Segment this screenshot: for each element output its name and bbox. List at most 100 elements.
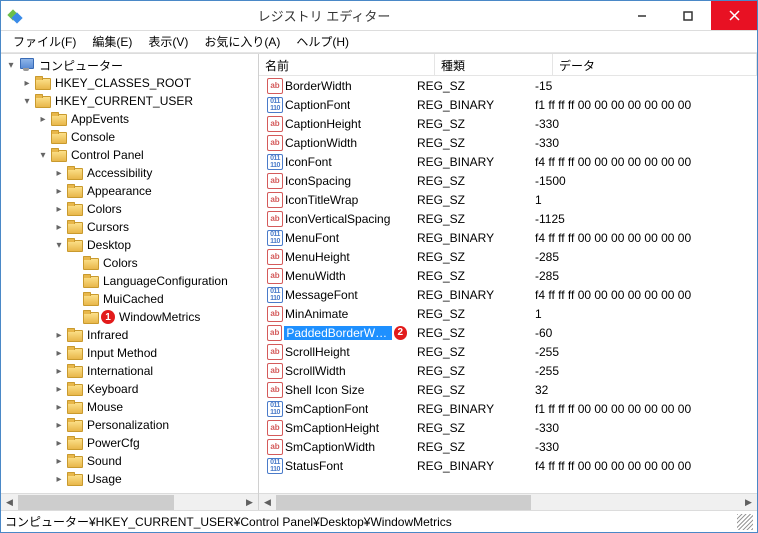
tree-item[interactable]: ▸ Appearance	[1, 182, 258, 200]
list-row[interactable]: 011110CaptionFont REG_BINARY f1 ff ff ff…	[259, 95, 757, 114]
expander-icon[interactable]: ▸	[51, 438, 67, 449]
tree-item[interactable]: ▸ HKEY_CLASSES_ROOT	[1, 74, 258, 92]
tree-item[interactable]: ▸ Cursors	[1, 218, 258, 236]
minimize-button[interactable]	[619, 1, 665, 30]
tree-item[interactable]: ▾ Desktop	[1, 236, 258, 254]
list-row[interactable]: 011110IconFont REG_BINARY f4 ff ff ff 00…	[259, 152, 757, 171]
expander-icon[interactable]: ▸	[51, 204, 67, 215]
value-name: MenuHeight	[285, 250, 350, 264]
scroll-right-icon[interactable]: ▶	[740, 494, 757, 511]
list-row[interactable]: abCaptionHeight REG_SZ -330	[259, 114, 757, 133]
tree-item[interactable]: ▸ Mouse	[1, 398, 258, 416]
menu-help[interactable]: ヘルプ(H)	[288, 30, 357, 53]
tree-item[interactable]: Console	[1, 128, 258, 146]
tree-item[interactable]: LanguageConfiguration	[1, 272, 258, 290]
expander-icon[interactable]: ▸	[51, 168, 67, 179]
list-row[interactable]: abIconSpacing REG_SZ -1500	[259, 171, 757, 190]
value-data: f4 ff ff ff 00 00 00 00 00 00 00	[531, 231, 757, 245]
list-row[interactable]: 011110MessageFont REG_BINARY f4 ff ff ff…	[259, 285, 757, 304]
tree-hscrollbar[interactable]: ◀ ▶	[1, 493, 258, 510]
scroll-right-icon[interactable]: ▶	[241, 494, 258, 511]
expander-icon[interactable]: ▾	[19, 96, 35, 107]
maximize-button[interactable]	[665, 1, 711, 30]
list-row[interactable]: abShell Icon Size REG_SZ 32	[259, 380, 757, 399]
col-type[interactable]: 種類	[435, 54, 553, 75]
scroll-left-icon[interactable]: ◀	[259, 494, 276, 511]
tree-item[interactable]: ▸ Accessibility	[1, 164, 258, 182]
tree-item[interactable]: MuiCached	[1, 290, 258, 308]
expander-icon[interactable]: ▸	[51, 384, 67, 395]
expander-icon[interactable]: ▸	[51, 456, 67, 467]
tree-scroll[interactable]: ▾ コンピューター ▸ HKEY_CLASSES_ROOT ▾ HKEY_CUR…	[1, 54, 258, 493]
tree-item[interactable]: ▾ コンピューター	[1, 56, 258, 74]
tree-scroll-track[interactable]	[18, 494, 241, 511]
expander-icon[interactable]: ▸	[35, 114, 51, 125]
list-hscrollbar[interactable]: ◀ ▶	[259, 493, 757, 510]
tree-item[interactable]: ▸ Infrared	[1, 326, 258, 344]
expander-icon[interactable]: ▸	[51, 222, 67, 233]
expander-icon[interactable]: ▾	[3, 60, 19, 71]
titlebar[interactable]: レジストリ エディター	[1, 1, 757, 31]
list-row[interactable]: abIconVerticalSpacing REG_SZ -1125	[259, 209, 757, 228]
menu-edit[interactable]: 編集(E)	[84, 30, 140, 53]
expander-icon[interactable]: ▸	[51, 420, 67, 431]
expander-icon[interactable]: ▸	[51, 402, 67, 413]
tree-item[interactable]: ▸ Usage	[1, 470, 258, 488]
resize-grip-icon[interactable]	[737, 514, 753, 530]
col-name[interactable]: 名前	[259, 54, 435, 75]
expander-icon[interactable]: ▸	[51, 366, 67, 377]
folder-icon	[67, 472, 83, 486]
folder-icon	[67, 436, 83, 450]
expander-icon[interactable]: ▸	[19, 78, 35, 89]
folder-icon	[83, 256, 99, 270]
tree-item[interactable]: ▾ HKEY_CURRENT_USER	[1, 92, 258, 110]
tree-item[interactable]: ▸ AppEvents	[1, 110, 258, 128]
folder-icon	[67, 220, 83, 234]
list-row[interactable]: 011110MenuFont REG_BINARY f4 ff ff ff 00…	[259, 228, 757, 247]
tree-scroll-thumb[interactable]	[18, 495, 174, 510]
list-row[interactable]: 011110StatusFont REG_BINARY f4 ff ff ff …	[259, 456, 757, 475]
expander-icon[interactable]: ▾	[51, 240, 67, 251]
tree-item[interactable]: 1WindowMetrics	[1, 308, 258, 326]
tree-item[interactable]: Colors	[1, 254, 258, 272]
expander-icon[interactable]: ▾	[35, 150, 51, 161]
close-button[interactable]	[711, 1, 757, 30]
tree-item[interactable]: ▸ Input Method	[1, 344, 258, 362]
list-row[interactable]: abMinAnimate REG_SZ 1	[259, 304, 757, 323]
value-type: REG_BINARY	[413, 98, 531, 112]
tree-item[interactable]: ▸ International	[1, 362, 258, 380]
list-row[interactable]: 011110SmCaptionFont REG_BINARY f1 ff ff …	[259, 399, 757, 418]
scroll-left-icon[interactable]: ◀	[1, 494, 18, 511]
tree-item[interactable]: ▸ Keyboard	[1, 380, 258, 398]
list-body[interactable]: abBorderWidth REG_SZ -15 011110CaptionFo…	[259, 76, 757, 493]
expander-icon[interactable]: ▸	[51, 330, 67, 341]
list-row[interactable]: abMenuHeight REG_SZ -285	[259, 247, 757, 266]
list-scroll-track[interactable]	[276, 494, 740, 511]
menu-file[interactable]: ファイル(F)	[5, 30, 84, 53]
tree-item[interactable]: ▾ Control Panel	[1, 146, 258, 164]
list-scroll-thumb[interactable]	[276, 495, 531, 510]
folder-icon	[67, 184, 83, 198]
string-value-icon: ab	[267, 439, 283, 455]
expander-icon[interactable]: ▸	[51, 348, 67, 359]
menu-view[interactable]: 表示(V)	[140, 30, 196, 53]
list-row[interactable]: abBorderWidth REG_SZ -15	[259, 76, 757, 95]
value-name: CaptionFont	[285, 98, 350, 112]
tree-item[interactable]: ▸ PowerCfg	[1, 434, 258, 452]
col-data[interactable]: データ	[553, 54, 757, 75]
string-value-icon: ab	[267, 363, 283, 379]
list-row[interactable]: abCaptionWidth REG_SZ -330	[259, 133, 757, 152]
list-row[interactable]: abIconTitleWrap REG_SZ 1	[259, 190, 757, 209]
tree-item[interactable]: ▸ Sound	[1, 452, 258, 470]
tree-item[interactable]: ▸ Personalization	[1, 416, 258, 434]
list-row[interactable]: abScrollHeight REG_SZ -255	[259, 342, 757, 361]
menu-favorites[interactable]: お気に入り(A)	[196, 30, 288, 53]
list-row[interactable]: abSmCaptionHeight REG_SZ -330	[259, 418, 757, 437]
expander-icon[interactable]: ▸	[51, 474, 67, 485]
list-row[interactable]: abPaddedBorderWidth2 REG_SZ -60	[259, 323, 757, 342]
list-row[interactable]: abMenuWidth REG_SZ -285	[259, 266, 757, 285]
tree-item[interactable]: ▸ Colors	[1, 200, 258, 218]
expander-icon[interactable]: ▸	[51, 186, 67, 197]
list-row[interactable]: abScrollWidth REG_SZ -255	[259, 361, 757, 380]
list-row[interactable]: abSmCaptionWidth REG_SZ -330	[259, 437, 757, 456]
